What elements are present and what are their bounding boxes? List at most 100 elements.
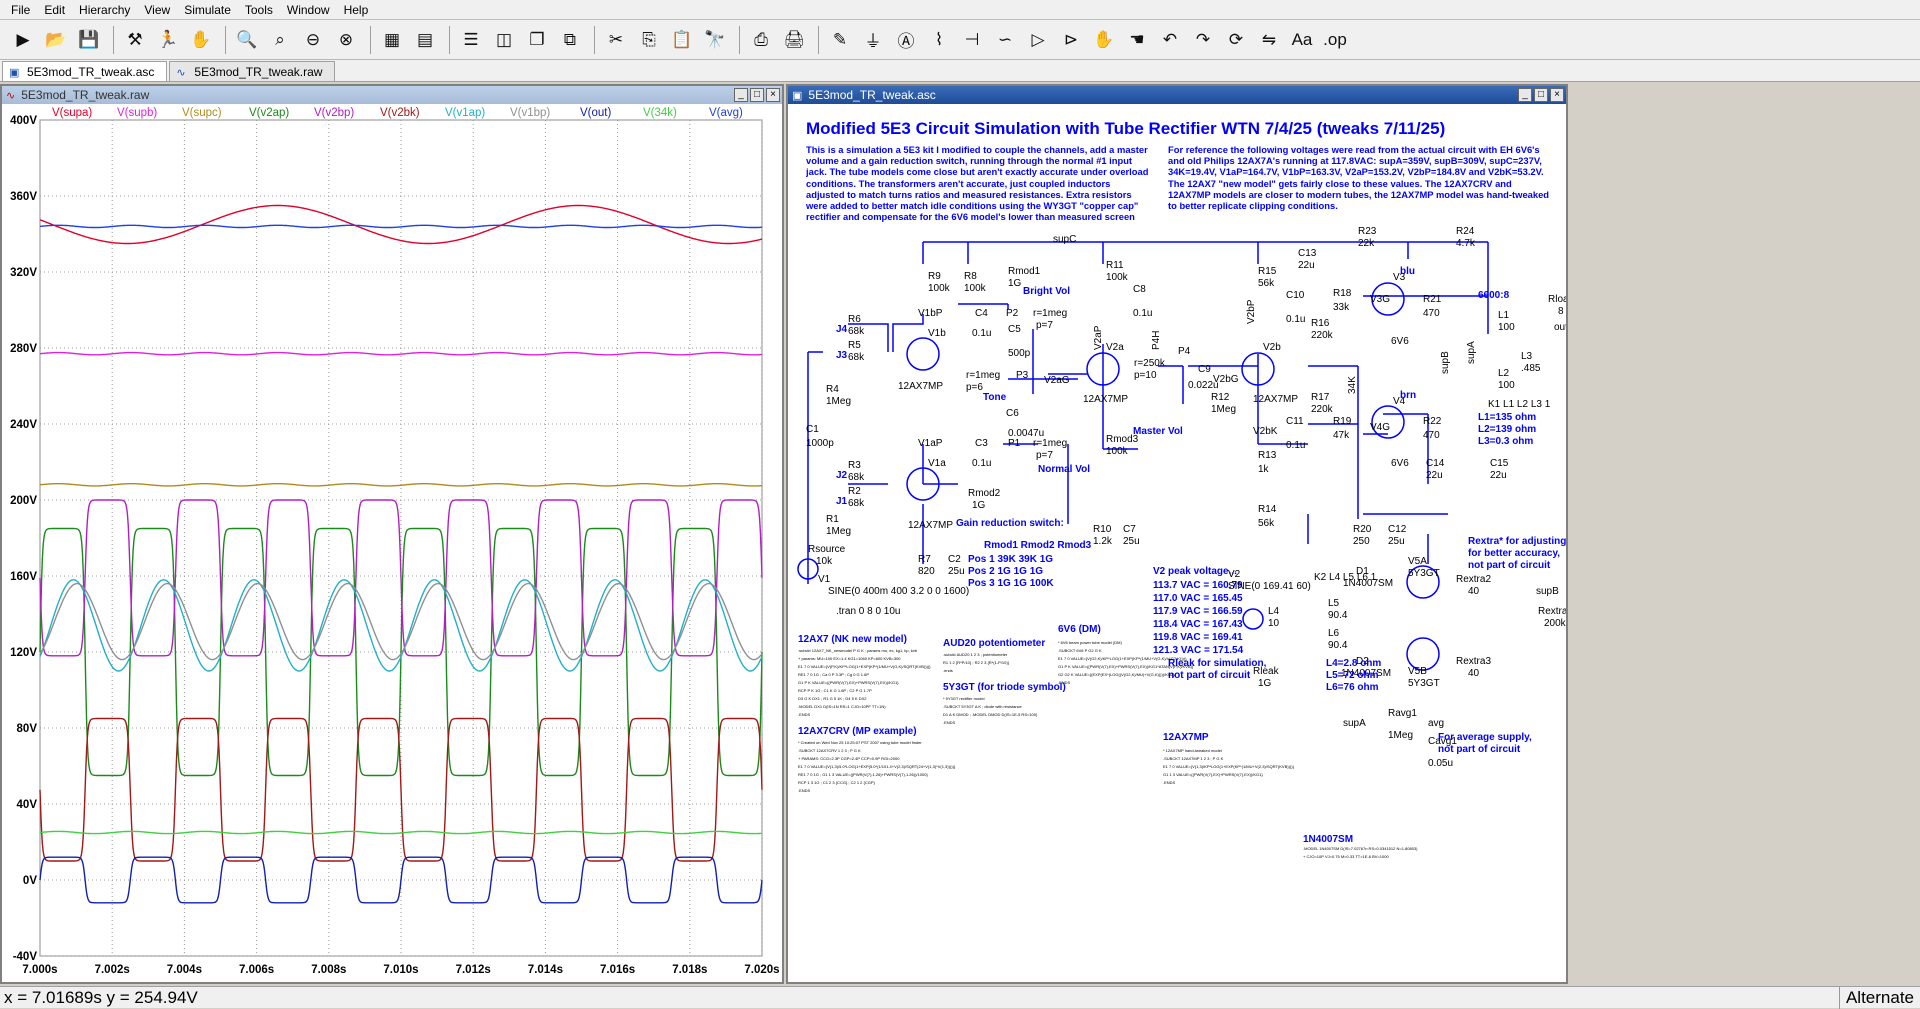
svg-text:Rload: Rload: [1548, 294, 1566, 305]
menu-simulate[interactable]: Simulate: [177, 0, 238, 20]
svg-text:* 6V6 beam power tube model (D: * 6V6 beam power tube model (DM): [1058, 640, 1122, 645]
zoom-cancel-icon[interactable]: ⊗: [331, 25, 361, 55]
svg-text:1G: 1G: [972, 500, 986, 511]
menu-window[interactable]: Window: [280, 0, 337, 20]
svg-text:brn: brn: [1400, 390, 1416, 401]
diode-icon[interactable]: ▷: [1023, 25, 1053, 55]
close-button[interactable]: ×: [766, 88, 780, 102]
model-1n4007sm: 1N4007SM: [1303, 834, 1353, 845]
menu-file[interactable]: File: [4, 0, 37, 20]
svg-text:L3: L3: [1521, 351, 1533, 362]
print-setup-icon[interactable]: ⎙: [746, 25, 776, 55]
waveform-plot[interactable]: V(supa) V(supb) V(supc) V(v2ap) V(v2bp) V(v2b…: [2, 104, 782, 982]
svg-text:C8: C8: [1133, 284, 1146, 295]
schematic-titlebar[interactable]: ▣ 5E3mod_TR_tweak.asc _ □ ×: [788, 86, 1566, 104]
trace-label[interactable]: V(v1bp): [510, 107, 550, 119]
menu-help[interactable]: Help: [337, 0, 376, 20]
rotate-icon[interactable]: ⟳: [1221, 25, 1251, 55]
halt-icon[interactable]: ✋: [186, 25, 216, 55]
mirror-icon[interactable]: ⇋: [1254, 25, 1284, 55]
inductor-l2: L2=139 ohm: [1478, 424, 1536, 435]
cascade-icon[interactable]: ❐: [522, 25, 552, 55]
svg-text:.ENDS: .ENDS: [1058, 680, 1071, 685]
tile-horizontal-icon[interactable]: ☰: [456, 25, 486, 55]
label-net-icon[interactable]: Ⓐ: [891, 25, 921, 55]
waveform-titlebar[interactable]: ∿ 5E3mod_TR_tweak.raw _ □ ×: [2, 86, 782, 104]
svg-text:avg: avg: [1428, 718, 1444, 729]
save-icon[interactable]: 💾: [74, 25, 104, 55]
svg-text:R24: R24: [1456, 226, 1475, 237]
close-button[interactable]: ×: [1550, 88, 1564, 102]
component-icon[interactable]: ⊳: [1056, 25, 1086, 55]
trace-label[interactable]: V(v2bk): [380, 107, 420, 119]
v2-source: SINE(0 169.41 60): [1228, 581, 1311, 592]
control-panel-icon[interactable]: ⚒: [120, 25, 150, 55]
menu-view[interactable]: View: [137, 0, 177, 20]
maximize-button[interactable]: □: [1534, 88, 1548, 102]
autoscale-icon[interactable]: ▦: [377, 25, 407, 55]
move-icon[interactable]: ✋: [1089, 25, 1119, 55]
resistor-icon[interactable]: ⌇: [924, 25, 954, 55]
y-tick-label: 40V: [17, 799, 38, 811]
svg-text:P4: P4: [1178, 346, 1191, 357]
trace-label[interactable]: V(out): [580, 107, 611, 119]
trace-label[interactable]: V(supc): [182, 107, 222, 119]
menu-edit[interactable]: Edit: [37, 0, 72, 20]
find-icon[interactable]: 🔭: [700, 25, 730, 55]
zoom-in-icon[interactable]: 🔍: [232, 25, 262, 55]
print-icon[interactable]: 🖨: [779, 25, 809, 55]
redo-icon[interactable]: ↷: [1188, 25, 1218, 55]
waveform-window-icon: ∿: [6, 89, 16, 102]
schematic-window-icon: ▣: [792, 89, 803, 102]
close-all-icon[interactable]: ⧉: [555, 25, 585, 55]
svg-text:Rextra1: Rextra1: [1538, 606, 1566, 617]
svg-text:8: 8: [1558, 306, 1564, 317]
draw-wire-icon[interactable]: ✎: [825, 25, 855, 55]
trace-label[interactable]: V(34k): [643, 107, 677, 119]
minimize-button[interactable]: _: [734, 88, 748, 102]
menu-hierarchy[interactable]: Hierarchy: [72, 0, 137, 20]
menu-tools[interactable]: Tools: [238, 0, 280, 20]
svg-text:C14: C14: [1426, 458, 1445, 469]
svg-text:J2: J2: [836, 470, 848, 481]
svg-text:R5: R5: [848, 340, 861, 351]
svg-text:C9: C9: [1198, 364, 1211, 375]
svg-text:4.7k: 4.7k: [1456, 238, 1476, 249]
document-tabs: ▣ 5E3mod_TR_tweak.asc ∿ 5E3mod_TR_tweak.…: [0, 60, 1920, 82]
trace-label[interactable]: V(v2ap): [249, 107, 289, 119]
maximize-button[interactable]: □: [750, 88, 764, 102]
run-icon[interactable]: 🏃: [153, 25, 183, 55]
svg-text:12AX7MP: 12AX7MP: [908, 520, 953, 531]
svg-text:V5A: V5A: [1408, 556, 1427, 567]
open-icon[interactable]: 📂: [41, 25, 71, 55]
zoom-area-icon[interactable]: ⌕: [265, 25, 295, 55]
trace-label[interactable]: V(v1ap): [445, 107, 485, 119]
zoom-out-icon[interactable]: ⊖: [298, 25, 328, 55]
trace-label[interactable]: V(avg): [709, 107, 743, 119]
copy-icon[interactable]: ⎘: [634, 25, 664, 55]
grid-icon[interactable]: ▤: [410, 25, 440, 55]
trace-label[interactable]: V(supa): [52, 107, 92, 119]
tile-vertical-icon[interactable]: ◫: [489, 25, 519, 55]
inductor-icon[interactable]: ∽: [990, 25, 1020, 55]
tab-waveform[interactable]: ∿ 5E3mod_TR_tweak.raw: [169, 61, 336, 81]
svg-text:100k: 100k: [1106, 272, 1129, 283]
trace-label[interactable]: V(supb): [117, 107, 157, 119]
svg-text:V1: V1: [818, 574, 831, 585]
cut-icon[interactable]: ✂: [601, 25, 631, 55]
minimize-button[interactable]: _: [1518, 88, 1532, 102]
ground-icon[interactable]: ⏚: [858, 25, 888, 55]
undo-icon[interactable]: ↶: [1155, 25, 1185, 55]
svg-text:0.05u: 0.05u: [1428, 758, 1453, 769]
v1-source: SINE(0 400m 400 3.2 0 0 1600): [828, 586, 969, 597]
tab-schematic[interactable]: ▣ 5E3mod_TR_tweak.asc: [2, 61, 168, 81]
new-schematic-icon[interactable]: ▶: [8, 25, 38, 55]
paste-icon[interactable]: 📋: [667, 25, 697, 55]
spice-directive-icon[interactable]: .op: [1320, 25, 1350, 55]
trace-label[interactable]: V(v2bp): [314, 107, 354, 119]
schematic-canvas[interactable]: Modified 5E3 Circuit Simulation with Tub…: [788, 104, 1566, 982]
text-icon[interactable]: Aa: [1287, 25, 1317, 55]
capacitor-icon[interactable]: ⊣: [957, 25, 987, 55]
drag-icon[interactable]: ☚: [1122, 25, 1152, 55]
x-tick-label: 7.016s: [600, 964, 635, 976]
